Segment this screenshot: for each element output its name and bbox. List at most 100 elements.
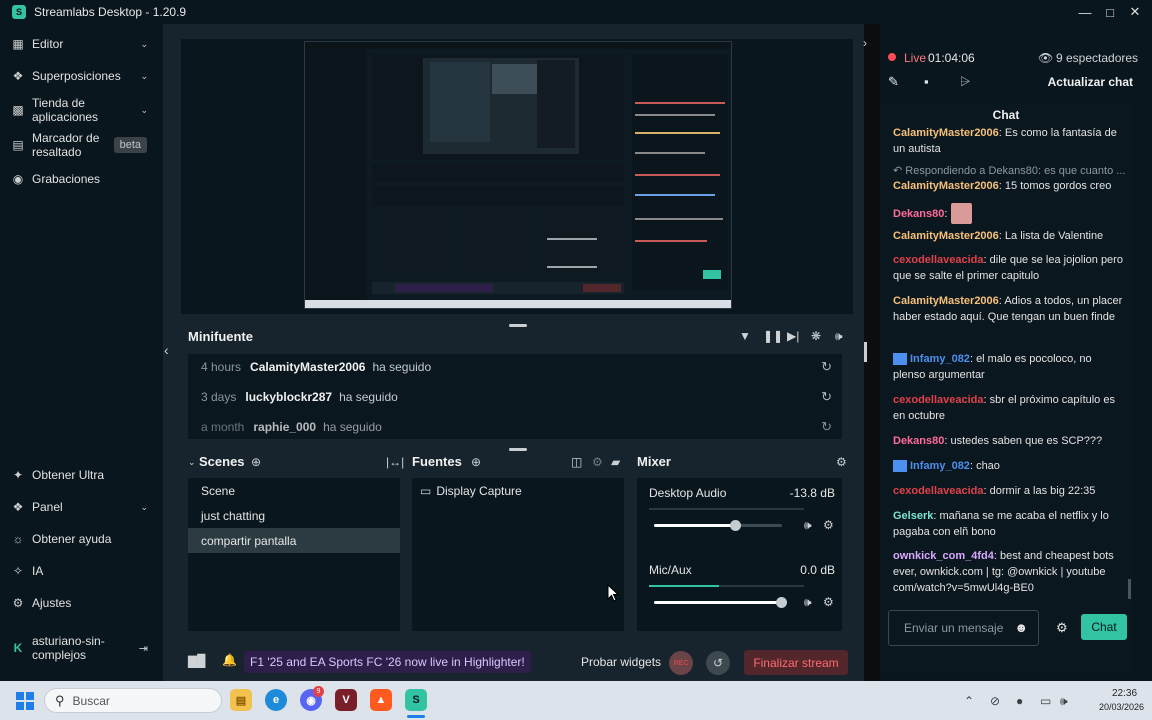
news-ticker[interactable]: F1 '25 and EA Sports FC '26 now live in … xyxy=(244,651,531,673)
sidebar-item-ai[interactable]: ✧ IA xyxy=(0,563,164,579)
chat-message: Infamy_082: el malo es pocoloco, no plen… xyxy=(893,353,1092,381)
panel-resize-handle[interactable] xyxy=(864,342,867,362)
scene-transitions-icon[interactable]: |↔| xyxy=(386,455,404,469)
performance-icon[interactable]: ▇▉ xyxy=(188,654,206,668)
stream-preview[interactable] xyxy=(304,41,732,309)
highlighter-icon: ▤ xyxy=(12,138,24,152)
scene-item[interactable]: Scene xyxy=(188,478,400,503)
chat-message: Gelserk: mañana se me acaba el netflix y… xyxy=(893,510,1109,538)
mouse-cursor-icon xyxy=(607,584,619,602)
tray-volume-icon[interactable]: 🕪 xyxy=(1060,694,1068,709)
brave-icon[interactable]: ▲ xyxy=(370,689,392,711)
channel-level: -13.8 dB xyxy=(789,486,835,500)
minimize-button[interactable]: — xyxy=(1072,0,1098,24)
sidebar-item-editor[interactable]: ▦ Editor ⌄ xyxy=(0,36,164,52)
collapse-chevron-icon[interactable]: ⌄ xyxy=(188,457,196,468)
channel-settings-icon[interactable]: ⚙ xyxy=(823,595,834,609)
tray-chevron-icon[interactable]: ⌃ xyxy=(964,694,974,708)
windows-taskbar: ⚲ Buscar ▤ e ◉ 9 V ▲ S ⌃ ⊘ ● ▭ 🕪 22:36 2… xyxy=(0,681,1152,720)
scene-item[interactable]: just chatting xyxy=(188,503,400,528)
chat-input[interactable]: Enviar un mensaje ☻ xyxy=(888,610,1039,646)
clock-time[interactable]: 22:36 xyxy=(1112,688,1137,699)
sidebar-item-overlays[interactable]: ❖ Superposiciones ⌄ xyxy=(0,68,164,84)
tray-mic-icon[interactable]: ● xyxy=(1016,694,1023,708)
chat-settings-icon[interactable]: ⚙ xyxy=(1056,620,1068,636)
sidebar-item-settings[interactable]: ⚙ Ajustes xyxy=(0,595,164,611)
stream-preview-area xyxy=(181,39,853,314)
sidebar-item-ultra[interactable]: ✦ Obtener Ultra xyxy=(0,467,164,483)
preview-resize-handle[interactable] xyxy=(509,324,527,327)
chat-message: cexodellaveacida: dormir a las big 22:35 xyxy=(893,485,1096,497)
volume-slider-knob[interactable] xyxy=(776,597,787,608)
scene-item-selected[interactable]: compartir pantalla xyxy=(188,528,400,553)
sidebar-item-highlighter[interactable]: ▤ Marcador de resaltado beta xyxy=(0,131,164,159)
chevron-down-icon: ⌄ xyxy=(140,38,148,49)
streamlabs-taskbar-icon[interactable]: S xyxy=(405,689,427,711)
test-widgets-button[interactable]: Probar widgets xyxy=(581,655,661,669)
source-group-icon[interactable]: ◫ xyxy=(571,455,582,469)
add-source-icon[interactable]: ⊕ xyxy=(471,455,481,469)
taskbar-search[interactable]: ⚲ Buscar xyxy=(44,688,222,713)
valorant-icon[interactable]: V xyxy=(335,689,357,711)
replay-buffer-icon[interactable]: ↺ xyxy=(706,651,730,675)
file-explorer-icon[interactable]: ▤ xyxy=(230,689,252,711)
close-button[interactable]: ✕ xyxy=(1122,0,1148,24)
add-scene-icon[interactable]: ⊕ xyxy=(251,455,261,469)
tray-network-icon[interactable]: ⊘ xyxy=(990,694,1000,708)
skip-icon[interactable]: ▶| xyxy=(787,329,799,343)
volume-slider[interactable] xyxy=(654,597,787,608)
volume-icon[interactable]: 🕪 xyxy=(835,329,843,344)
volume-slider[interactable] xyxy=(654,520,782,531)
collapse-sidebar-icon[interactable]: ‹ xyxy=(164,342,169,358)
streamlabs-logo-icon: S xyxy=(12,5,26,19)
sidebar-item-recordings[interactable]: ◉ Grabaciones xyxy=(0,171,164,187)
active-app-indicator xyxy=(407,715,425,718)
ultra-icon: ✦ xyxy=(12,468,24,482)
pause-icon[interactable]: ❚❚ xyxy=(763,329,783,343)
source-folder-icon[interactable]: ▰ xyxy=(611,455,620,469)
clock-date[interactable]: 20/03/2026 xyxy=(1099,702,1144,712)
minifeed-resize-handle[interactable] xyxy=(509,448,527,451)
editor-icon: ▦ xyxy=(12,37,24,51)
tray-display-icon[interactable]: ▭ xyxy=(1040,694,1051,708)
emoji-icon[interactable]: ☻ xyxy=(1014,620,1028,635)
mixer-settings-icon[interactable]: ⚙ xyxy=(836,455,847,469)
source-item[interactable]: ▭ Display Capture xyxy=(420,484,522,498)
expand-chat-icon[interactable]: › xyxy=(863,36,867,50)
mute-icon[interactable]: 🕪 xyxy=(804,595,812,610)
edge-icon[interactable]: e xyxy=(265,689,287,711)
chat-message: ownkick_com_4fd4: best and cheapest bots… xyxy=(893,550,1114,594)
replay-icon[interactable]: ↻ xyxy=(821,359,832,375)
notification-bell-icon[interactable]: 🔔 xyxy=(222,653,237,667)
record-button[interactable]: REC xyxy=(669,651,693,675)
chat-message: cexodellaveacida: sbr el próximo capítul… xyxy=(893,394,1115,422)
source-properties-icon[interactable]: ⚙ xyxy=(592,455,603,469)
replay-icon[interactable]: ↻ xyxy=(821,389,832,405)
chat-send-button[interactable]: Chat xyxy=(1081,614,1127,640)
sidebar-item-app-store[interactable]: ▩ Tienda de aplicaciones ⌄ xyxy=(0,96,164,124)
windows-start-icon[interactable] xyxy=(16,692,34,710)
refresh-chat-button[interactable]: Actualizar chat xyxy=(1048,75,1133,89)
edit-stream-icon[interactable]: ✎ xyxy=(888,74,899,90)
replay-icon[interactable]: ↻ xyxy=(821,419,832,435)
volume-slider-knob[interactable] xyxy=(730,520,741,531)
share-icon[interactable]: ⩥ xyxy=(960,74,970,90)
chat-scrollbar[interactable] xyxy=(1128,579,1131,599)
sidebar-user[interactable]: K asturiano-sin-complejos ⇥ xyxy=(0,632,164,664)
channel-settings-icon[interactable]: ⚙ xyxy=(823,518,834,532)
feed-row: 3 days luckyblockr287 ha seguido ↻ xyxy=(201,389,832,405)
filter-icon[interactable]: ▼ xyxy=(739,329,751,343)
sidebar-item-help[interactable]: ☼ Obtener ayuda xyxy=(0,531,164,547)
minifeed-title: Minifuente xyxy=(188,329,253,344)
maximize-button[interactable]: □ xyxy=(1097,0,1123,24)
mute-icon[interactable]: 🕪 xyxy=(804,518,812,533)
sidebar: ▦ Editor ⌄ ❖ Superposiciones ⌄ ▩ Tienda … xyxy=(0,24,164,681)
mute-alerts-icon[interactable]: ❋ xyxy=(811,329,821,343)
stream-footer: ▇▉ 🔔 F1 '25 and EA Sports FC '26 now liv… xyxy=(164,644,864,681)
stream-info-icon[interactable]: ▪ xyxy=(924,74,929,89)
logout-icon[interactable]: ⇥ xyxy=(139,642,148,655)
editor-main: Minifuente ▼ ❚❚ ▶| ❋ 🕪 4 hours CalamityM… xyxy=(164,24,867,681)
monitor-icon: ▭ xyxy=(420,484,432,498)
end-stream-button[interactable]: Finalizar stream xyxy=(744,650,848,675)
sidebar-item-dashboard[interactable]: ❖ Panel ⌄ xyxy=(0,499,164,515)
